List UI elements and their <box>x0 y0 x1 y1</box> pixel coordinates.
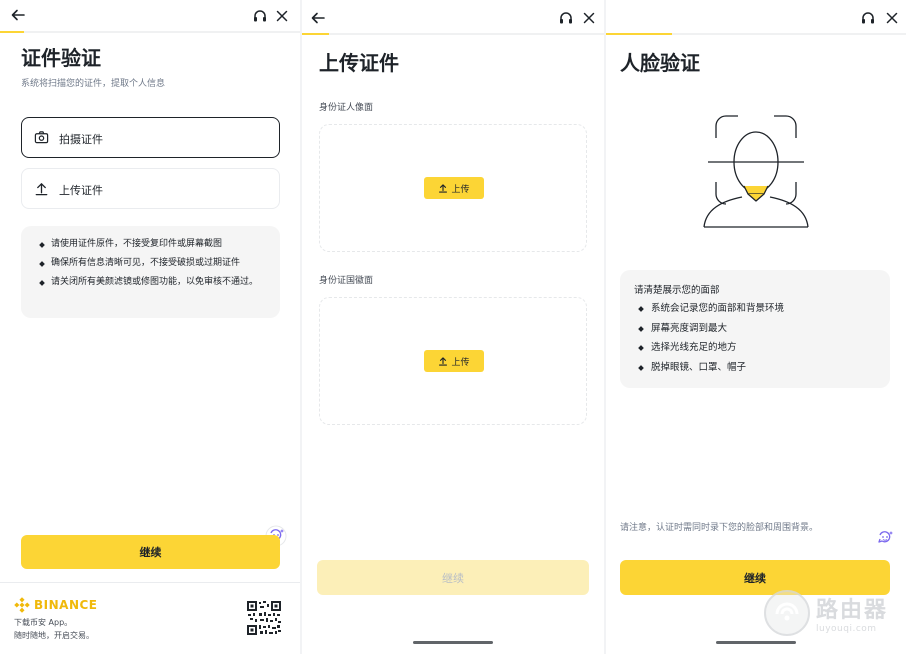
page-title: 上传证件 <box>319 51 399 75</box>
footer-line-1: 下载币安 App。 <box>14 618 73 627</box>
face-tips-heading: 请清楚展示您的面部 <box>634 285 720 296</box>
id-front-label: 身份证人像面 <box>319 103 374 113</box>
take-photo-label: 拍摄证件 <box>59 133 103 146</box>
face-scan-illustration-icon <box>698 112 814 232</box>
screen-document-verification: 证件验证 系统将扫描您的证件，提取个人信息 拍摄证件 上传证件 请使用证件原件，… <box>0 0 300 654</box>
upload-icon <box>34 181 49 196</box>
footer-line-2: 随时随地，开启交易。 <box>14 631 94 640</box>
page-title: 证件验证 <box>21 46 101 70</box>
upload-document-label: 上传证件 <box>59 184 103 197</box>
watermark: 路由器 luyouqi.com <box>764 590 888 636</box>
home-indicator <box>413 641 493 644</box>
progress-bar <box>606 33 906 35</box>
top-bar <box>606 0 906 35</box>
upload-icon <box>439 184 448 193</box>
document-tips: 请使用证件原件，不接受复印件或屏幕截图 确保所有信息清晰可见，不接受破损或过期证… <box>21 226 280 318</box>
upload-front-button[interactable]: 上传 <box>424 177 484 199</box>
face-tips: 请清楚展示您的面部 系统会记录您的面部和背景环境 屏幕亮度调到最大 选择光线充足… <box>620 270 890 388</box>
upload-document-option[interactable]: 上传证件 <box>21 168 280 209</box>
close-icon[interactable] <box>274 8 290 24</box>
id-back-label: 身份证国徽面 <box>319 276 374 286</box>
tip-item: 请使用证件原件，不接受复印件或屏幕截图 <box>37 238 268 251</box>
headset-support-icon[interactable] <box>860 10 876 26</box>
tip-item: 请关闭所有美颜滤镜或修图功能，以免审核不通过。 <box>37 276 268 289</box>
take-photo-option[interactable]: 拍摄证件 <box>21 117 280 158</box>
camera-icon <box>34 130 49 145</box>
chat-assistant-icon[interactable] <box>874 527 896 549</box>
progress-bar <box>0 31 300 33</box>
page-subtitle: 系统将扫描您的证件，提取个人信息 <box>21 79 166 89</box>
id-front-dropzone[interactable]: 上传 <box>319 124 587 252</box>
top-bar <box>302 0 604 35</box>
page-title: 人脸验证 <box>620 51 700 75</box>
headset-support-icon[interactable] <box>252 8 268 24</box>
tip-item: 系统会记录您的面部和背景环境 <box>634 302 878 315</box>
qr-code <box>246 600 282 636</box>
tip-item: 选择光线充足的地方 <box>634 341 878 354</box>
screen-face-verification: 人脸验证 请清楚展示您的面部 系统会记录您的面部和背景环境 屏幕亮度调到最大 选… <box>606 0 906 654</box>
close-icon[interactable] <box>581 10 597 26</box>
close-icon[interactable] <box>884 10 900 26</box>
binance-diamond-icon <box>14 597 30 613</box>
home-indicator <box>716 641 796 644</box>
back-arrow-icon[interactable] <box>10 7 28 25</box>
brand-name: BINANCE <box>34 598 98 612</box>
progress-fill <box>302 33 330 35</box>
router-logo-icon <box>764 590 810 636</box>
continue-button[interactable]: 继续 <box>21 535 280 569</box>
progress-fill <box>0 31 24 33</box>
watermark-url: luyouqi.com <box>816 624 877 634</box>
headset-support-icon[interactable] <box>558 10 574 26</box>
id-back-dropzone[interactable]: 上传 <box>319 297 587 425</box>
top-bar <box>0 0 300 33</box>
upload-label: 上传 <box>451 357 470 368</box>
progress-fill <box>606 33 672 35</box>
back-arrow-icon[interactable] <box>310 10 328 28</box>
tip-item: 脱掉眼镜、口罩、帽子 <box>634 361 878 374</box>
screen-upload-document: 上传证件 身份证人像面 上传 身份证国徽面 上传 继续 <box>302 0 604 654</box>
tip-item: 屏幕亮度调到最大 <box>634 322 878 335</box>
recording-note: 请注意，认证时需同时录下您的脸部和周围背景。 <box>620 523 819 533</box>
progress-bar <box>302 33 604 35</box>
tip-item: 确保所有信息清晰可见，不接受破损或过期证件 <box>37 257 268 270</box>
upload-back-button[interactable]: 上传 <box>424 350 484 372</box>
watermark-text: 路由器 <box>816 598 889 623</box>
continue-button-disabled[interactable]: 继续 <box>317 560 589 595</box>
binance-logo[interactable]: BINANCE <box>14 597 98 613</box>
upload-label: 上传 <box>451 184 470 195</box>
app-download-footer: BINANCE 下载币安 App。 随时随地，开启交易。 <box>0 582 300 654</box>
upload-icon <box>439 357 448 366</box>
